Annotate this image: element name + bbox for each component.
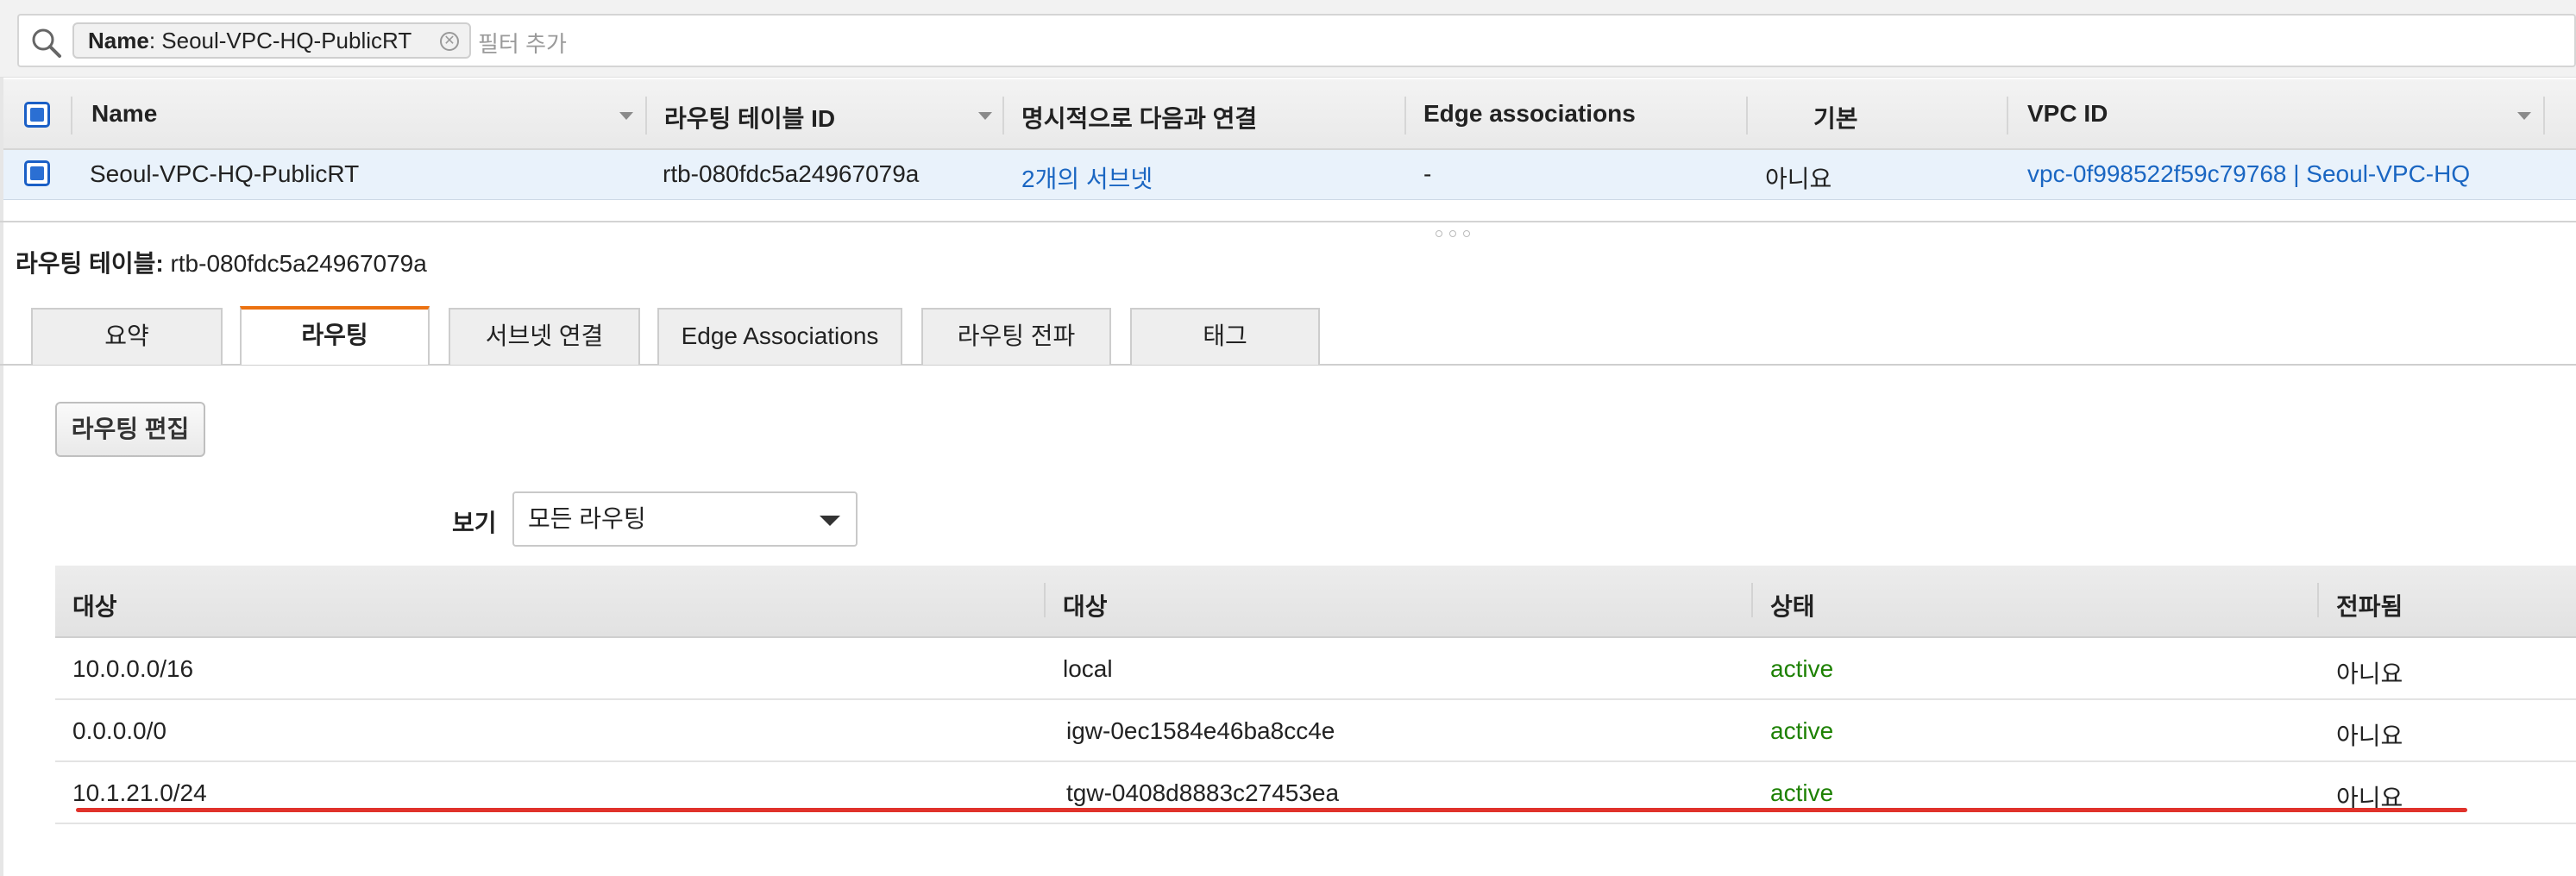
search-field[interactable]: Name: Seoul-VPC-HQ-PublicRT ✕ 필터 추가 [17,14,2576,67]
filter-token-value: : Seoul-VPC-HQ-PublicRT [148,28,412,53]
row-checkbox[interactable] [24,160,50,186]
tab-route-propagation[interactable]: 라우팅 전파 [921,308,1111,365]
route-target: local [1063,655,1113,682]
search-icon [32,28,61,58]
row-vpc-link[interactable]: vpc-0f998522f59c79768 | Seoul-VPC-HQ [2027,160,2470,188]
route-target-link[interactable]: tgw-0408d8883c27453ea [1066,779,1339,807]
column-edge-associations[interactable]: Edge associations [1423,100,1636,128]
route-propagated: 아니요 [2336,660,2403,687]
annotation-underline [76,808,2467,812]
route-status: active [1770,655,1834,682]
row-name: Seoul-VPC-HQ-PublicRT [90,160,360,187]
column-separator [1751,583,1753,617]
tab-tags[interactable]: 태그 [1130,308,1320,365]
column-vpc-id[interactable]: VPC ID [2027,100,2108,128]
column-separator [71,97,72,135]
tab-routes[interactable]: 라우팅 [240,306,430,365]
edit-routes-button[interactable]: 라우팅 편집 [55,402,205,457]
filter-token-key: Name [88,28,149,53]
route-destination: 10.0.0.0/16 [72,655,194,682]
column-separator [2317,583,2319,617]
route-propagated: 아니요 [2336,723,2403,749]
row-main: 아니요 [1765,166,1832,192]
detail-title: 라우팅 테이블: rtb-080fdc5a24967079a [16,245,427,279]
route-destination: 10.1.21.0/24 [72,779,207,806]
table-row [55,638,2576,700]
select-all-checkbox[interactable] [24,102,50,128]
sort-caret-icon[interactable] [978,112,992,120]
column-explicit-association[interactable]: 명시적으로 다음과 연결 [1021,100,1257,135]
column-target[interactable]: 대상 [1063,588,1108,623]
column-separator [1746,97,1748,135]
column-separator [2007,97,2008,135]
pane-divider[interactable] [0,221,2576,222]
resize-handle-icon[interactable] [1436,226,1487,237]
route-tables-header [3,79,2576,150]
add-filter-placeholder[interactable]: 필터 추가 [478,27,567,59]
chevron-down-icon [820,516,840,526]
view-filter-value: 모든 라우팅 [528,505,646,532]
column-main[interactable]: 기본 [1813,100,1858,135]
column-separator [645,97,647,135]
detail-title-label: 라우팅 테이블: [16,250,164,277]
route-status: active [1770,779,1834,806]
filter-bar: Name: Seoul-VPC-HQ-PublicRT ✕ 필터 추가 [0,0,2576,78]
column-name[interactable]: Name [91,100,157,128]
view-filter-label: 보기 [452,510,497,536]
row-explicit-subnets-link[interactable]: 2개의 서브넷 [1021,160,1153,195]
column-separator [1002,97,1004,135]
column-propagated[interactable]: 전파됨 [2336,588,2403,623]
column-status[interactable]: 상태 [1770,588,1815,623]
detail-title-value: rtb-080fdc5a24967079a [170,250,427,277]
column-route-table-id[interactable]: 라우팅 테이블 ID [664,100,835,135]
tab-subnet-associations[interactable]: 서브넷 연결 [449,308,640,365]
row-edge-associations: - [1423,160,1432,187]
tab-edge-associations[interactable]: Edge Associations [657,308,902,365]
tab-summary[interactable]: 요약 [31,308,223,365]
route-destination: 0.0.0.0/0 [72,717,166,744]
sort-caret-icon[interactable] [2517,112,2531,120]
column-separator [1404,97,1406,135]
routes-table-header [55,566,2576,638]
row-route-table-id: rtb-080fdc5a24967079a [663,160,920,187]
remove-filter-icon[interactable]: ✕ [440,32,459,51]
route-target-link[interactable]: igw-0ec1584e46ba8cc4e [1066,717,1335,745]
filter-token[interactable]: Name: Seoul-VPC-HQ-PublicRT ✕ [72,22,471,59]
column-destination[interactable]: 대상 [72,588,117,623]
column-separator [1044,583,1046,617]
view-filter-select[interactable]: 모든 라우팅 [512,491,858,547]
column-separator [2543,97,2545,135]
sort-caret-icon[interactable] [619,112,633,120]
route-status: active [1770,717,1834,744]
